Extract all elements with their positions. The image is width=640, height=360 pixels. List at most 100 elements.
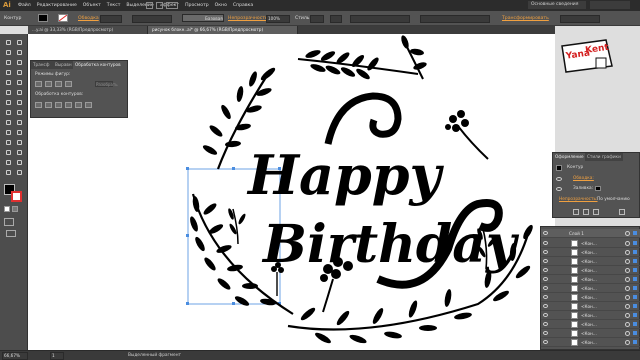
- gradient-mode-icon[interactable]: [12, 206, 18, 212]
- target-icon[interactable]: [625, 277, 630, 282]
- layer-row[interactable]: <Кон...: [541, 239, 640, 248]
- add-stroke-icon[interactable]: [573, 209, 579, 215]
- delete-item-icon[interactable]: [619, 209, 625, 215]
- tab-transform[interactable]: Трансф: [31, 61, 53, 69]
- slice-tool-icon[interactable]: [14, 158, 25, 167]
- document-tab-active[interactable]: рисунок блокн..ai* @ 66,67% (RGB/Предпро…: [148, 26, 298, 34]
- target-icon[interactable]: [625, 250, 630, 255]
- recolor-button[interactable]: [350, 15, 410, 23]
- tab-pathfinder[interactable]: Обработка контуров: [73, 61, 123, 69]
- rectangle-tool-icon[interactable]: [14, 68, 25, 77]
- stroke-link[interactable]: Обводка: [78, 11, 99, 26]
- zoom-tool-icon[interactable]: [14, 168, 25, 177]
- artboard-tool-icon[interactable]: [3, 158, 14, 167]
- opacity-link[interactable]: Непрозрачность: [228, 11, 268, 26]
- arrange-documents-icon[interactable]: [166, 2, 178, 9]
- target-icon[interactable]: [625, 286, 630, 291]
- tab-align[interactable]: Выравн: [53, 61, 73, 69]
- screen-mode-icon[interactable]: [6, 230, 16, 237]
- layer-row[interactable]: <Кон...: [541, 275, 640, 284]
- perspective-grid-tool-icon[interactable]: [14, 118, 25, 127]
- visibility-eye-icon[interactable]: [543, 286, 548, 290]
- target-icon[interactable]: [625, 304, 630, 309]
- stroke-visibility-icon[interactable]: [556, 177, 562, 181]
- merge-button[interactable]: [55, 102, 62, 108]
- visibility-eye-icon[interactable]: [543, 241, 548, 245]
- menu-edit[interactable]: Редактирование: [37, 0, 77, 11]
- visibility-eye-icon[interactable]: [543, 231, 548, 235]
- layer-row[interactable]: <Кон...: [541, 293, 640, 302]
- minus-front-button[interactable]: [45, 81, 52, 87]
- menu-window[interactable]: Окно: [215, 0, 227, 11]
- appearance-stroke-link[interactable]: Обводка:: [573, 176, 594, 181]
- target-icon[interactable]: [625, 322, 630, 327]
- visibility-eye-icon[interactable]: [543, 331, 548, 335]
- layer-row[interactable]: <Кон...: [541, 248, 640, 257]
- crop-button[interactable]: [65, 102, 72, 108]
- fill-swatch[interactable]: [38, 14, 48, 22]
- graphic-style-dropdown[interactable]: [310, 15, 324, 23]
- visibility-eye-icon[interactable]: [543, 268, 548, 272]
- stroke-color-icon[interactable]: [11, 191, 22, 202]
- tab-appearance[interactable]: Оформление: [553, 153, 585, 161]
- layer-row[interactable]: <Кон...: [541, 284, 640, 293]
- bridge-icon[interactable]: [146, 2, 153, 9]
- appearance-opacity-link[interactable]: Непрозрачность:: [559, 197, 598, 202]
- menu-help[interactable]: Справка: [233, 0, 253, 11]
- line-tool-icon[interactable]: [3, 68, 14, 77]
- workspace-switcher[interactable]: Основные сведения: [528, 1, 586, 9]
- gradient-tool-icon[interactable]: [14, 128, 25, 137]
- draw-mode-icon[interactable]: [4, 218, 14, 226]
- artboard-number-field[interactable]: 1: [50, 352, 64, 360]
- add-fill-icon[interactable]: [583, 209, 589, 215]
- scale-tool-icon[interactable]: [14, 98, 25, 107]
- layer-row[interactable]: <Кон...: [541, 266, 640, 275]
- lasso-tool-icon[interactable]: [14, 48, 25, 57]
- zoom-field[interactable]: 66,67%: [2, 352, 28, 360]
- transform-link[interactable]: Трансформировать: [502, 11, 549, 26]
- layer-row[interactable]: <Кон...: [541, 257, 640, 266]
- column-graph-tool-icon[interactable]: [14, 148, 25, 157]
- variable-width-dropdown[interactable]: [132, 15, 172, 23]
- brush-dropdown[interactable]: Базовая: [182, 14, 224, 22]
- menu-type[interactable]: Текст: [107, 0, 121, 11]
- color-mode-icon[interactable]: [4, 206, 10, 212]
- layer-row[interactable]: <Кон...: [541, 311, 640, 320]
- menu-view[interactable]: Просмотр: [185, 0, 209, 11]
- target-icon[interactable]: [625, 295, 630, 300]
- visibility-eye-icon[interactable]: [543, 304, 548, 308]
- paintbrush-tool-icon[interactable]: [3, 78, 14, 87]
- divide-button[interactable]: [35, 102, 42, 108]
- document-tab[interactable]: ...y.ai @ 33,33% (RGB/Предпросмотр): [28, 26, 148, 34]
- selection-tool-icon[interactable]: [3, 38, 14, 47]
- help-search-input[interactable]: [590, 1, 630, 9]
- mesh-tool-icon[interactable]: [3, 128, 14, 137]
- pen-tool-icon[interactable]: [3, 58, 14, 67]
- stock-icon[interactable]: [156, 2, 163, 9]
- fill-color-swatch[interactable]: [595, 186, 601, 191]
- symbol-sprayer-tool-icon[interactable]: [3, 148, 14, 157]
- target-icon[interactable]: [625, 231, 630, 236]
- visibility-eye-icon[interactable]: [543, 322, 548, 326]
- width-tool-icon[interactable]: [3, 108, 14, 117]
- eraser-tool-icon[interactable]: [14, 88, 25, 97]
- add-effect-icon[interactable]: [593, 209, 599, 215]
- unite-button[interactable]: [35, 81, 42, 87]
- blend-tool-icon[interactable]: [14, 138, 25, 147]
- target-icon[interactable]: [625, 259, 630, 264]
- menu-file[interactable]: Файл: [18, 0, 31, 11]
- layer-row[interactable]: <Кон...: [541, 320, 640, 329]
- expand-button[interactable]: Разобрать: [95, 81, 118, 87]
- visibility-eye-icon[interactable]: [543, 340, 548, 344]
- target-icon[interactable]: [625, 268, 630, 273]
- opacity-field[interactable]: 100%: [266, 15, 290, 23]
- target-icon[interactable]: [625, 340, 630, 345]
- trim-button[interactable]: [45, 102, 52, 108]
- visibility-eye-icon[interactable]: [543, 259, 548, 263]
- target-icon[interactable]: [625, 331, 630, 336]
- eyedropper-tool-icon[interactable]: [3, 138, 14, 147]
- intersect-button[interactable]: [55, 81, 62, 87]
- hand-tool-icon[interactable]: [3, 168, 14, 177]
- visibility-eye-icon[interactable]: [543, 250, 548, 254]
- layer-row-top[interactable]: Слой 1: [541, 229, 640, 238]
